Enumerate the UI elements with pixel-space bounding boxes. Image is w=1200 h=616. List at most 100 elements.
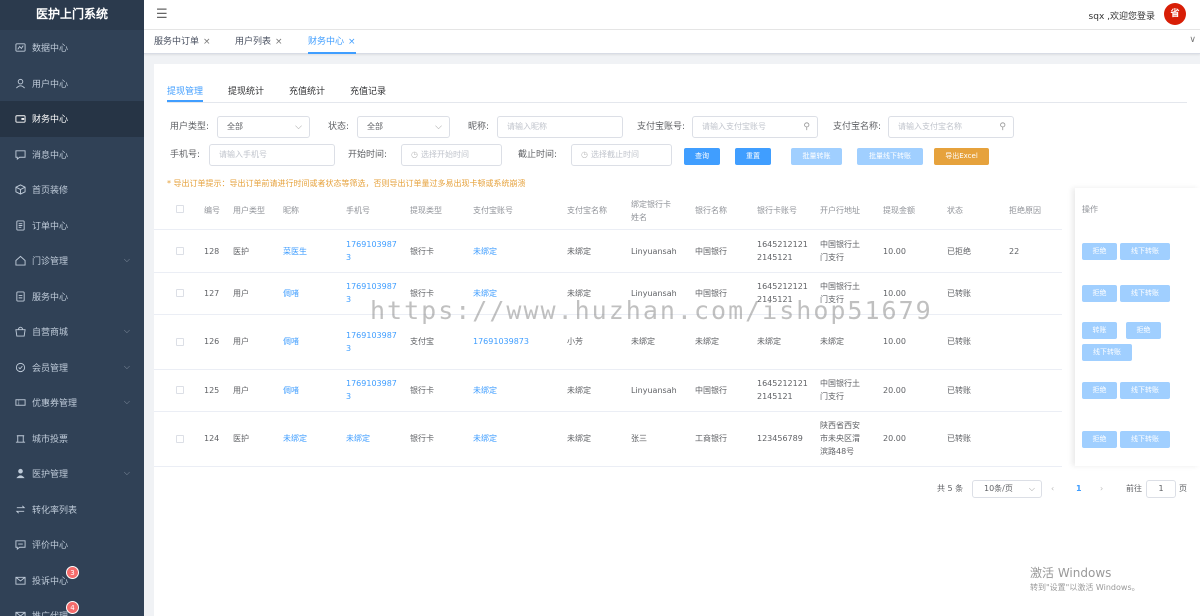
row-checkbox[interactable]	[176, 386, 184, 394]
sidebar-item-8[interactable]: 自营商城 ⌵	[0, 314, 144, 350]
nickname-input[interactable]: 请输入昵称	[497, 116, 623, 138]
tab-withdraw-management[interactable]: 提现管理	[167, 84, 204, 102]
sidebar-item-9[interactable]: 会员管理 ⌵	[0, 350, 144, 386]
alipay-name-input[interactable]: 请输入支付宝名称 ⚲	[888, 116, 1014, 138]
cell-text: 银行卡	[410, 385, 434, 395]
sidebar-item-12[interactable]: 医护管理 ⌵	[0, 456, 144, 492]
hamburger-icon[interactable]: ☰	[156, 8, 168, 21]
phone-input[interactable]: 请输入手机号	[209, 144, 335, 166]
row-checkbox[interactable]	[176, 247, 184, 255]
cell-phone[interactable]: 1769103987 3	[346, 377, 402, 403]
sidebar-item-11[interactable]: 城市投票	[0, 421, 144, 457]
offline-transfer-button[interactable]: 线下转账	[1120, 382, 1170, 399]
cell-text: 1769103987	[346, 379, 397, 388]
close-icon[interactable]: ×	[203, 37, 211, 47]
tag-service-orders[interactable]: 服务中订单 ×	[154, 30, 211, 54]
cell-text: 未绑定	[283, 434, 307, 443]
cell-phone[interactable]: 1769103987 3	[346, 238, 402, 264]
reject-button[interactable]: 拒绝	[1082, 243, 1117, 260]
cell-phone[interactable]: 1769103987 3	[346, 329, 402, 355]
row-checkbox[interactable]	[176, 434, 184, 443]
search-icon[interactable]: ⚲	[803, 117, 810, 137]
tag-user-list[interactable]: 用户列表 ×	[235, 30, 283, 54]
status-select[interactable]: 全部 ⌵	[357, 116, 450, 138]
clock-icon: ◷	[581, 150, 588, 159]
transfer-button[interactable]: 转账	[1082, 321, 1117, 339]
close-icon[interactable]: ×	[275, 37, 283, 47]
prev-page-icon[interactable]: ‹	[1051, 480, 1054, 498]
sidebar-item-15[interactable]: 投诉中心 3	[0, 563, 144, 599]
cell-nickname[interactable]: 未绑定	[283, 432, 343, 445]
cell-phone[interactable]: 未绑定	[346, 432, 402, 445]
avatar[interactable]: 省	[1164, 3, 1186, 25]
sidebar-item-3[interactable]: 消息中心	[0, 137, 144, 173]
select-all-checkbox[interactable]	[176, 205, 184, 213]
batch-offline-transfer-button[interactable]: 批量线下转账	[857, 148, 923, 165]
cell-alipay_account[interactable]: 未绑定	[473, 384, 563, 397]
offline-transfer-button[interactable]: 线下转账	[1120, 285, 1170, 302]
tab-withdraw-stats[interactable]: 提现统计	[228, 84, 264, 102]
sidebar-item-label: 消息中心	[32, 150, 69, 161]
reject-button[interactable]: 拒绝	[1082, 430, 1117, 448]
header-status: 状态	[947, 204, 1007, 217]
sidebar-item-2[interactable]: 财务中心	[0, 101, 144, 137]
row-checkbox[interactable]	[176, 337, 184, 346]
sidebar-item-0[interactable]: 数据中心	[0, 30, 144, 66]
row-checkbox[interactable]	[176, 289, 184, 297]
alipay-account-input[interactable]: 请输入支付宝账号 ⚲	[692, 116, 818, 138]
search-icon[interactable]: ⚲	[999, 117, 1006, 137]
export-excel-button[interactable]: 导出Excel	[934, 148, 989, 165]
cell-nickname[interactable]: 倜啫	[283, 384, 343, 397]
user-type-select[interactable]: 全部 ⌵	[217, 116, 310, 138]
cell-nickname[interactable]: 菜医生	[283, 245, 343, 258]
offline-transfer-button[interactable]: 线下转账	[1120, 430, 1170, 448]
reset-button[interactable]: 重置	[735, 148, 771, 165]
reject-button[interactable]: 拒绝	[1082, 382, 1117, 399]
cell-card_no: 未绑定	[757, 335, 817, 348]
cell-wtype: 银行卡	[410, 384, 470, 397]
tag-label: 用户列表	[235, 37, 272, 47]
page-suffix: 页	[1179, 484, 1187, 493]
batch-transfer-button[interactable]: 批量转账	[791, 148, 842, 165]
start-time-picker[interactable]: ◷ 选择开始时间	[401, 144, 502, 166]
sidebar-item-5[interactable]: 订单中心	[0, 208, 144, 244]
goto-page-input[interactable]: 1	[1146, 480, 1176, 498]
reject-button[interactable]: 拒绝	[1126, 321, 1161, 339]
sidebar-item-14[interactable]: 评价中心	[0, 527, 144, 563]
cell-alipay_account[interactable]: 未绑定	[473, 245, 563, 258]
sidebar-item-16[interactable]: 推广代理4	[0, 598, 144, 616]
current-page[interactable]: 1	[1076, 480, 1082, 498]
sidebar-item-1[interactable]: 用户中心	[0, 66, 144, 102]
tag-finance-center[interactable]: 财务中心 ×	[308, 30, 356, 54]
cell-alipay_account[interactable]: 17691039873	[473, 335, 563, 348]
query-button[interactable]: 查询	[684, 148, 720, 165]
main-card: 提现管理 提现统计 充值统计 充值记录 用户类型: 全部 ⌵ 状态: 全部 ⌵ 昵称…	[154, 64, 1200, 616]
offline-transfer-button[interactable]: 线下转账	[1120, 243, 1170, 260]
chevron-down-icon[interactable]: ∨	[1189, 35, 1196, 45]
cell-nickname[interactable]: 倜啫	[283, 287, 343, 300]
sidebar-item-4[interactable]: 首页装修	[0, 172, 144, 208]
next-page-icon[interactable]: ›	[1100, 480, 1103, 498]
header-bank_addr: 开户行地址	[820, 204, 880, 217]
sidebar-item-6[interactable]: 门诊管理 ⌵	[0, 243, 144, 279]
reject-button[interactable]: 拒绝	[1082, 285, 1117, 302]
windows-activation-title: 激活 Windows	[1030, 566, 1112, 580]
operations-column: 操作 拒绝 线下转账 拒绝 线下转账 转账 拒绝 线下转账 拒绝 线下转账 拒绝 线下转账	[1075, 188, 1200, 466]
end-time-picker[interactable]: ◷ 选择截止时间	[571, 144, 672, 166]
sidebar-item-10[interactable]: 优惠券管理 ⌵	[0, 385, 144, 421]
tab-recharge-stats[interactable]: 充值统计	[289, 84, 325, 102]
chevron-down-icon: ⌵	[435, 122, 442, 132]
cell-nickname[interactable]: 倜啫	[283, 335, 343, 348]
tag-label: 财务中心	[308, 37, 345, 47]
notification-badge: 3	[66, 565, 79, 579]
cell-alipay_account[interactable]: 未绑定	[473, 432, 563, 445]
sidebar-item-13[interactable]: 转化率列表	[0, 492, 144, 528]
cell-bank_addr: 中国银行土 门支行	[820, 238, 880, 264]
tab-recharge-records[interactable]: 充值记录	[350, 84, 386, 102]
sidebar-item-7[interactable]: 服务中心	[0, 279, 144, 315]
offline-transfer-button[interactable]: 线下转账	[1082, 343, 1132, 361]
cell-text: 20.00	[883, 385, 906, 395]
close-icon[interactable]: ×	[348, 37, 356, 47]
message-icon	[14, 148, 26, 160]
page-size-select[interactable]: 10条/页 ⌵	[972, 480, 1042, 498]
